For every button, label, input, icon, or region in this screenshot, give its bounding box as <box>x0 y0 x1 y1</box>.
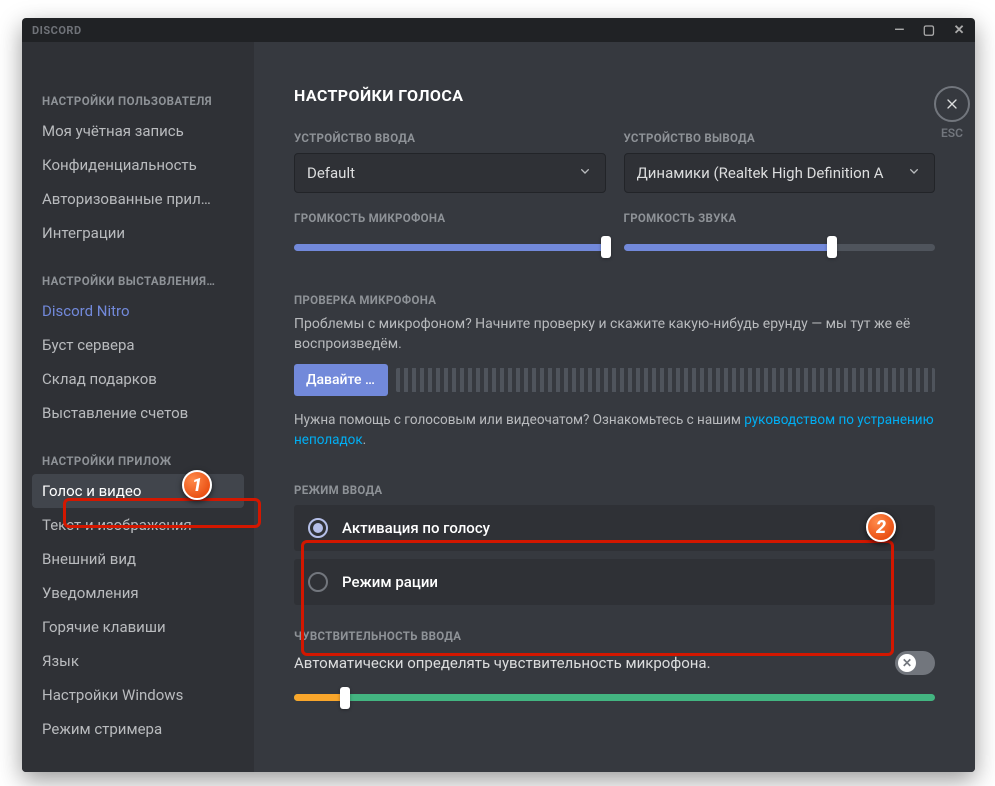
sensitivity-slider[interactable] <box>294 687 935 709</box>
mic-check-meter <box>396 368 935 392</box>
settings-content: ESC НАСТРОЙКИ ГОЛОСА УСТРОЙСТВО ВВОДА De… <box>254 42 975 772</box>
chevron-down-icon <box>577 163 593 183</box>
window-controls: — ▢ ✕ <box>894 23 965 38</box>
sidebar-item[interactable]: Склад подарков <box>32 362 244 396</box>
output-device-label: УСТРОЙСТВО ВЫВОДА <box>624 131 936 145</box>
chevron-down-icon <box>906 163 922 183</box>
output-device-value: Динамики (Realtek High Definition A <box>637 164 884 182</box>
sidebar-item[interactable]: Буст сервера <box>32 328 244 362</box>
input-device-label: УСТРОЙСТВО ВВОДА <box>294 131 606 145</box>
input-mode-option-label: Режим рации <box>342 573 438 591</box>
sidebar-item[interactable]: Настройки Windows <box>32 678 244 712</box>
window-close-button[interactable]: ✕ <box>954 23 965 38</box>
sidebar-item[interactable]: Уведомления <box>32 576 244 610</box>
input-mode-group: Активация по голосу Режим рации <box>294 505 935 605</box>
page-title: НАСТРОЙКИ ГОЛОСА <box>294 86 935 105</box>
sidebar-item[interactable]: Текст и изображения <box>32 508 244 542</box>
input-device-select[interactable]: Default <box>294 153 606 193</box>
mic-volume-slider[interactable] <box>294 233 606 261</box>
sidebar-item[interactable]: Режим стримера <box>32 712 244 746</box>
app-title: DISCORD <box>32 24 82 37</box>
close-icon <box>944 96 960 112</box>
radio-icon <box>308 518 328 538</box>
sidebar-item[interactable]: Выставление счетов <box>32 396 244 430</box>
output-device-select[interactable]: Динамики (Realtek High Definition A <box>624 153 936 193</box>
sensitivity-label: ЧУВСТВИТЕЛЬНОСТЬ ВВОДА <box>294 629 935 643</box>
app-window: DISCORD — ▢ ✕ НАСТРОЙКИ ПОЛЬЗОВАТЕЛЯМоя … <box>22 18 975 772</box>
input-mode-option-label: Активация по голосу <box>342 519 490 537</box>
close-settings-button[interactable] <box>934 86 970 122</box>
toggle-knob: ✕ <box>898 654 916 672</box>
window-maximize-button[interactable]: ▢ <box>923 23 936 38</box>
input-mode-option[interactable]: Режим рации <box>294 559 935 605</box>
titlebar: DISCORD — ▢ ✕ <box>22 18 975 42</box>
mic-check-desc: Проблемы с микрофоном? Начните проверку … <box>294 315 935 354</box>
sidebar-item[interactable]: Внешний вид <box>32 542 244 576</box>
sidebar-item[interactable]: Горячие клавиши <box>32 610 244 644</box>
sidebar-item[interactable]: Discord Nitro <box>32 294 244 328</box>
window-minimize-button[interactable]: — <box>894 23 904 38</box>
sidebar-item[interactable]: Язык <box>32 644 244 678</box>
sidebar-item[interactable]: Интеграции <box>32 216 244 250</box>
help-prefix: Нужна помощь с голосовым или видеочатом?… <box>294 412 744 428</box>
out-volume-label: ГРОМКОСТЬ ЗВУКА <box>624 211 936 225</box>
radio-icon <box>308 572 328 592</box>
input-mode-label: РЕЖИМ ВВОДА <box>294 483 935 497</box>
sensitivity-auto-toggle[interactable]: ✕ <box>895 651 935 675</box>
sidebar-item[interactable]: Голос и видео <box>32 474 244 508</box>
sensitivity-auto-label: Автоматически определять чувствительност… <box>294 654 711 672</box>
mic-volume-label: ГРОМКОСТЬ МИКРОФОНА <box>294 211 606 225</box>
help-suffix: . <box>363 432 367 448</box>
sidebar-header: НАСТРОЙКИ ВЫСТАВЛЕНИЯ… <box>32 266 244 294</box>
sidebar-header: НАСТРОЙКИ ПРИЛОЖ <box>32 446 244 474</box>
settings-sidebar: НАСТРОЙКИ ПОЛЬЗОВАТЕЛЯМоя учётная запись… <box>22 42 254 772</box>
input-mode-option[interactable]: Активация по голосу <box>294 505 935 551</box>
sidebar-item[interactable]: Моя учётная запись <box>32 114 244 148</box>
input-device-value: Default <box>307 164 355 182</box>
sidebar-item[interactable]: Конфиденциальность <box>32 148 244 182</box>
sidebar-header: НАСТРОЙКИ ПОЛЬЗОВАТЕЛЯ <box>32 86 244 114</box>
help-text: Нужна помощь с голосовым или видеочатом?… <box>294 410 935 451</box>
out-volume-slider[interactable] <box>624 233 936 261</box>
mic-check-label: ПРОВЕРКА МИКРОФОНА <box>294 293 935 307</box>
mic-check-button[interactable]: Давайте пр… <box>294 364 388 396</box>
sidebar-item[interactable]: Авторизованные прил… <box>32 182 244 216</box>
